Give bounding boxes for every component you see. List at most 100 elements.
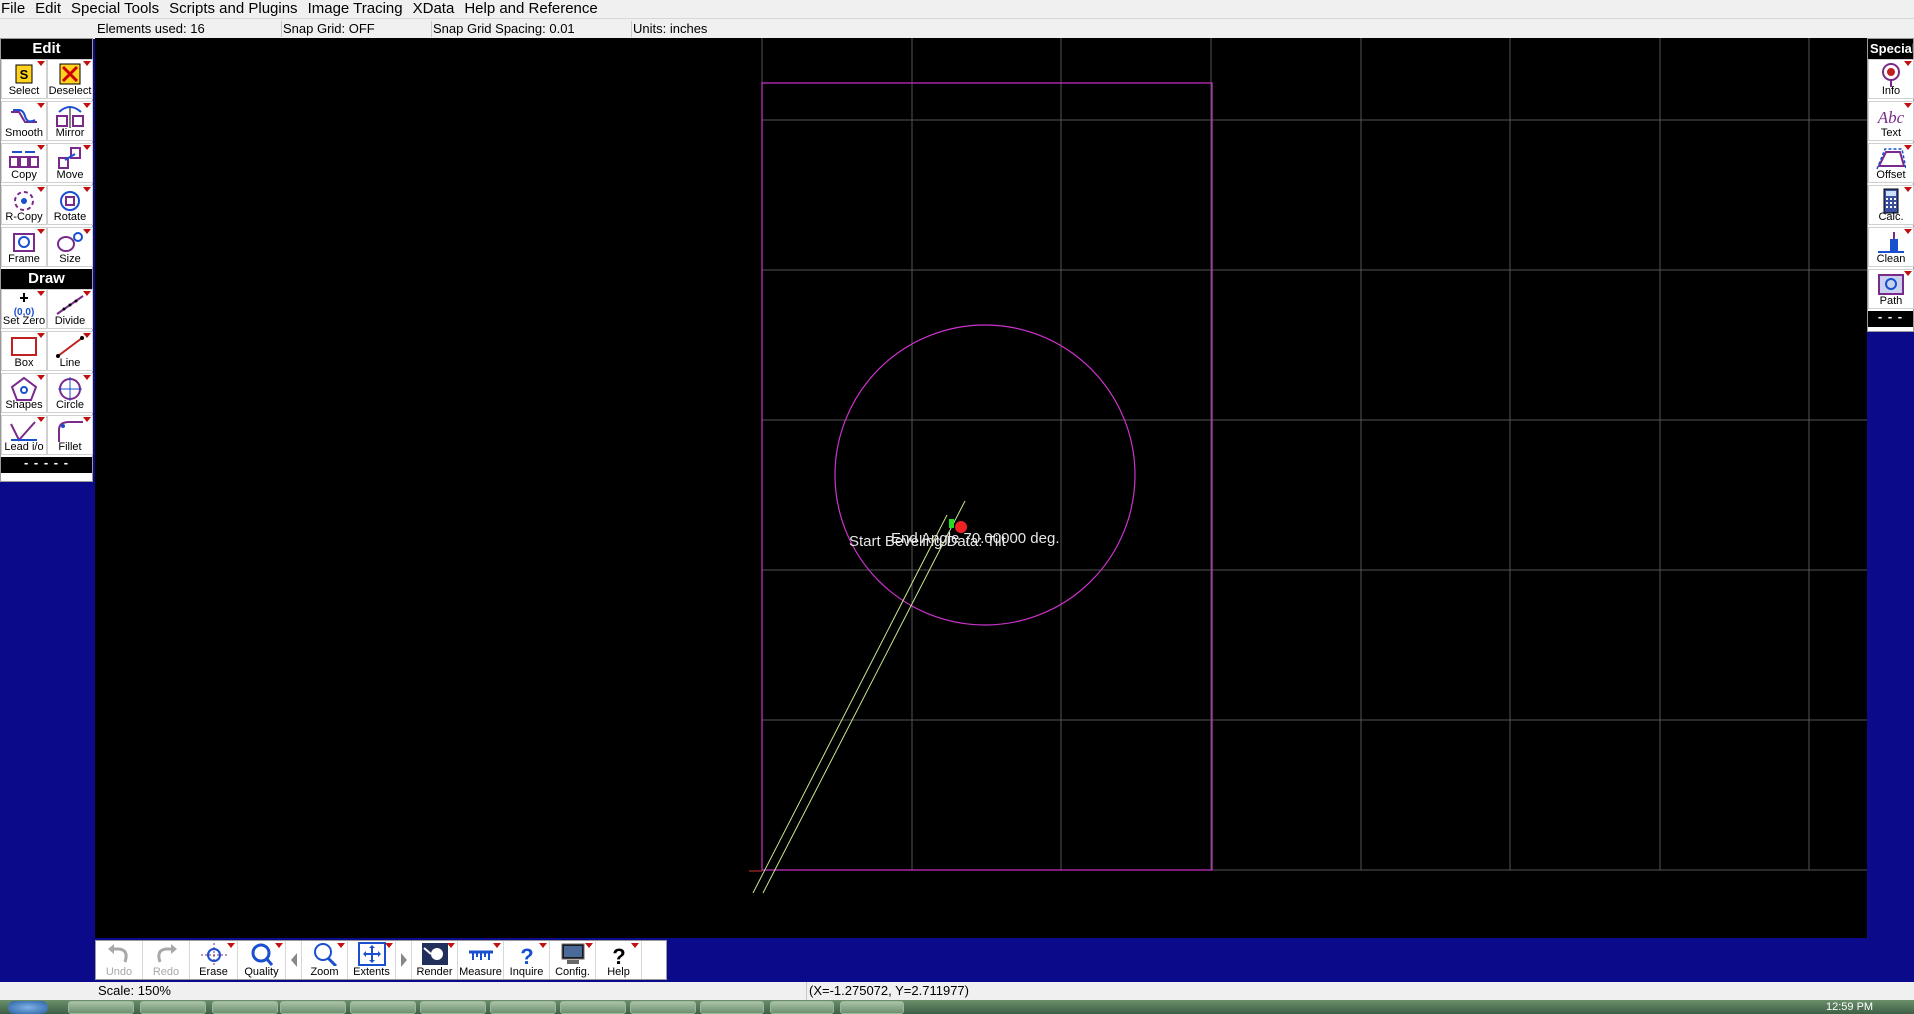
tool-options-arrow[interactable] (1904, 145, 1912, 150)
tool-options-arrow[interactable] (83, 229, 91, 234)
taskbar-app-12[interactable] (840, 1001, 904, 1014)
menu-help-and-reference[interactable]: Help and Reference (464, 0, 605, 18)
toolbar-erase-button[interactable]: Erase (190, 941, 238, 979)
toolpath-line-a[interactable] (752, 514, 948, 894)
tool-options-arrow[interactable] (83, 417, 91, 422)
tool-lead-i-o[interactable]: Lead i/o (1, 415, 47, 455)
tool-frame[interactable]: Frame (1, 227, 47, 267)
tool-options-arrow[interactable] (1904, 187, 1912, 192)
tool-options-arrow[interactable] (37, 229, 45, 234)
menu-image-tracing[interactable]: Image Tracing (308, 0, 411, 18)
toolbar-config-button[interactable]: Config. (550, 941, 596, 979)
tool-set-zero[interactable]: (0,0) Set Zero (1, 289, 47, 329)
taskbar-app-6[interactable] (420, 1001, 486, 1014)
material-boundary-rect[interactable] (761, 82, 1213, 871)
tool-fillet[interactable]: Fillet (47, 415, 93, 455)
tool-options-arrow[interactable] (83, 61, 91, 66)
tool-options-arrow[interactable] (1904, 229, 1912, 234)
tool-move[interactable]: Move (47, 143, 93, 183)
menu-edit[interactable]: Edit (35, 0, 69, 18)
toolbar-measure-button[interactable]: Measure (458, 941, 504, 979)
tool-copy[interactable]: Copy (1, 143, 47, 183)
tool-label: Clean (1876, 253, 1906, 265)
tool-options-arrow[interactable] (37, 417, 45, 422)
tool-options-arrow[interactable] (37, 61, 45, 66)
canvas-drawing[interactable]: Start Beveling Data: Tilt End Angle 70.0… (95, 38, 1867, 938)
toolbar-redo-button[interactable]: Redo (143, 941, 190, 979)
taskbar-app-11[interactable] (770, 1001, 834, 1014)
tool-options-arrow[interactable] (1904, 61, 1912, 66)
menu-file[interactable]: File (0, 0, 33, 18)
tool-options-arrow[interactable] (83, 291, 91, 296)
tool-options-arrow[interactable] (275, 943, 283, 948)
tool-options-arrow[interactable] (539, 943, 547, 948)
tool-box[interactable]: Box (1, 331, 47, 371)
tool-options-arrow[interactable] (337, 943, 345, 948)
tool-options-arrow[interactable] (37, 375, 45, 380)
tool-options-arrow[interactable] (37, 145, 45, 150)
tool-options-arrow[interactable] (37, 187, 45, 192)
toolbar-undo-button[interactable]: Undo (96, 941, 143, 979)
tool-options-arrow[interactable] (83, 187, 91, 192)
taskbar-app-10[interactable] (700, 1001, 764, 1014)
svg-text:Abc: Abc (1877, 108, 1905, 127)
tool-clean[interactable]: Clean (1868, 227, 1914, 267)
toolbar-extents-button[interactable]: Extents (348, 941, 396, 979)
tool-options-arrow[interactable] (585, 943, 593, 948)
tool-shapes[interactable]: Shapes (1, 373, 47, 413)
tool-line[interactable]: Line (47, 331, 93, 371)
toolbar-inquire-button[interactable]: ? Inquire (504, 941, 550, 979)
tool-options-arrow[interactable] (83, 333, 91, 338)
tool-options-arrow[interactable] (37, 333, 45, 338)
start-marker[interactable] (949, 519, 954, 528)
tool-options-arrow[interactable] (83, 103, 91, 108)
tool-divide[interactable]: Divide (47, 289, 93, 329)
tool-options-arrow[interactable] (37, 291, 45, 296)
taskbar-app-9[interactable] (630, 1001, 696, 1014)
tool-select[interactable]: S Select (1, 59, 47, 99)
tool-options-arrow[interactable] (1904, 271, 1912, 276)
tool-options-arrow[interactable] (447, 943, 455, 948)
tool-options-arrow[interactable] (631, 943, 639, 948)
tool-options-arrow[interactable] (493, 943, 501, 948)
taskbar-app-8[interactable] (560, 1001, 626, 1014)
tool-info[interactable]: Info (1868, 59, 1914, 99)
toolbar-zoom-button[interactable]: Zoom (302, 941, 348, 979)
tool-size[interactable]: Size (47, 227, 93, 267)
menu-scripts-and-plugins[interactable]: Scripts and Plugins (169, 0, 305, 18)
tool-options-arrow[interactable] (37, 103, 45, 108)
circle-geometry[interactable] (834, 324, 1136, 626)
tool-options-arrow[interactable] (83, 375, 91, 380)
toolbar-render-button[interactable]: Render (412, 941, 458, 979)
tool-options-arrow[interactable] (1904, 103, 1912, 108)
taskbar-app-7[interactable] (490, 1001, 556, 1014)
tool-smooth[interactable]: Smooth (1, 101, 47, 141)
scroll-left-arrow[interactable] (286, 941, 302, 979)
tool-mirror[interactable]: Mirror (47, 101, 93, 141)
system-clock[interactable]: 12:59 PM (1826, 1000, 1873, 1014)
tool-path[interactable]: Path (1868, 269, 1914, 309)
tool-rotate[interactable]: Rotate (47, 185, 93, 225)
toolbar-quality-button[interactable]: Quality (238, 941, 286, 979)
taskbar-app-5[interactable] (350, 1001, 416, 1014)
tool-r-copy[interactable]: R-Copy (1, 185, 47, 225)
tool-options-arrow[interactable] (83, 145, 91, 150)
start-button[interactable] (8, 1001, 48, 1014)
drawing-canvas[interactable]: Start Beveling Data: Tilt End Angle 70.0… (95, 38, 1867, 938)
tool-calc[interactable]: Calc. (1868, 185, 1914, 225)
tool-circle[interactable]: Circle (47, 373, 93, 413)
taskbar-app-2[interactable] (140, 1001, 206, 1014)
toolpath-line-b[interactable] (762, 500, 966, 894)
taskbar-app-1[interactable] (68, 1001, 134, 1014)
tool-deselect[interactable]: Deselect (47, 59, 93, 99)
tool-text[interactable]: Abc Text (1868, 101, 1914, 141)
tool-offset[interactable]: Offset (1868, 143, 1914, 183)
scroll-right-arrow[interactable] (396, 941, 412, 979)
tool-options-arrow[interactable] (227, 943, 235, 948)
menu-xdata[interactable]: XData (413, 0, 463, 18)
taskbar-app-4[interactable] (280, 1001, 346, 1014)
toolbar-help-button[interactable]: ? Help (596, 941, 642, 979)
menu-special-tools[interactable]: Special Tools (71, 0, 167, 18)
tool-options-arrow[interactable] (385, 943, 393, 948)
taskbar-app-3[interactable] (212, 1001, 278, 1014)
